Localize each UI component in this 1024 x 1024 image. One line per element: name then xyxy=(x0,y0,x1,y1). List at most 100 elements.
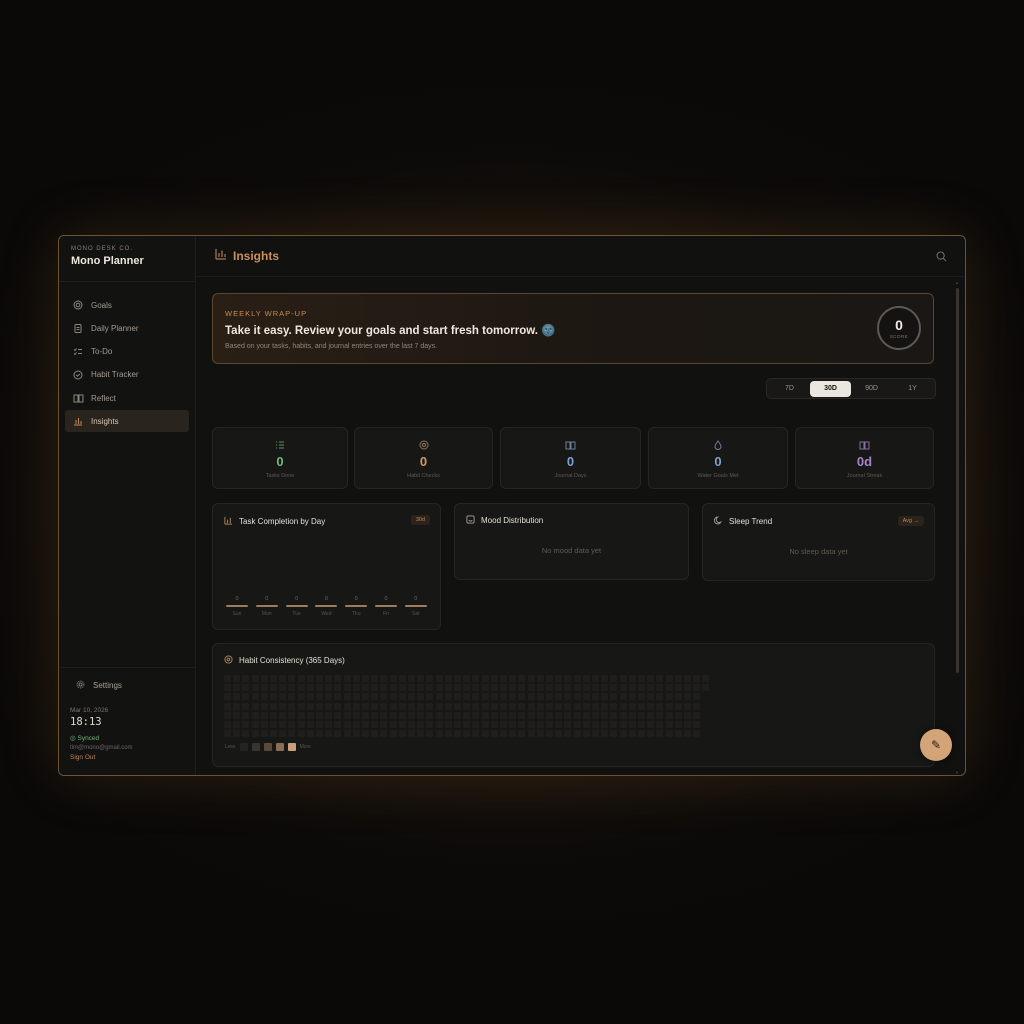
bar-category-label: Fri xyxy=(383,611,389,617)
heatmap-cell xyxy=(251,702,259,710)
heatmap-cell xyxy=(564,711,572,719)
heatmap-cell xyxy=(297,675,305,682)
heatmap-cell xyxy=(389,711,397,719)
stat-card-journal-days: 0 Journal Days xyxy=(500,427,641,489)
range-1y[interactable]: 1Y xyxy=(892,381,933,397)
heatmap-cell xyxy=(628,711,636,719)
heatmap-cell xyxy=(435,675,443,682)
sidebar-item-goals[interactable]: Goals xyxy=(65,294,189,316)
heatmap-cell xyxy=(408,721,415,728)
sidebar-item-todo[interactable]: To-Do xyxy=(65,341,189,363)
heatmap-cell xyxy=(481,721,489,728)
heatmap-cell xyxy=(279,702,287,710)
heatmap-cell xyxy=(490,693,498,701)
sidebar-item-insights[interactable]: Insights xyxy=(65,410,189,433)
bar-column: 0 Sat xyxy=(404,596,428,617)
heatmap-cell xyxy=(435,684,443,692)
bar xyxy=(315,605,338,607)
pen-icon: ✎ xyxy=(930,738,942,752)
heatmap-cell xyxy=(279,730,287,738)
sidebar-item-label: Daily Planner xyxy=(91,323,139,333)
heatmap-cell xyxy=(316,711,323,719)
heatmap-cell xyxy=(509,684,517,692)
heatmap-cell xyxy=(518,721,526,728)
heatmap-cell xyxy=(555,684,563,692)
heatmap-cell xyxy=(481,684,489,692)
heatmap-cell xyxy=(417,684,425,692)
heatmap-cell xyxy=(463,675,471,682)
heatmap-cell xyxy=(371,693,379,701)
heatmap-cell xyxy=(601,721,609,728)
sidebar-item-habit-tracker[interactable]: Habit Tracker xyxy=(65,364,189,386)
heatmap-cell xyxy=(463,721,471,728)
heatmap-cell xyxy=(444,730,452,738)
book-icon xyxy=(859,437,870,450)
heatmap-cell xyxy=(592,730,599,738)
heatmap-cell xyxy=(536,711,544,719)
range-30d[interactable]: 30D xyxy=(810,380,851,397)
heatmap-cell xyxy=(573,693,581,701)
scroll-up-icon[interactable]: ▲ xyxy=(955,280,960,285)
heatmap-cell xyxy=(343,721,351,728)
quick-journal-button[interactable]: ✎ xyxy=(920,729,952,761)
heatmap-cell xyxy=(288,702,296,710)
scrollbar[interactable] xyxy=(956,288,959,673)
heatmap-cell xyxy=(518,693,526,701)
card-title: Habit Consistency (365 Days) xyxy=(239,656,345,665)
heatmap-cell xyxy=(408,684,415,692)
heatmap-cell xyxy=(426,730,434,738)
range-7d[interactable]: 7D xyxy=(769,381,810,397)
heatmap-cell xyxy=(472,730,480,738)
search-icon[interactable] xyxy=(936,249,947,267)
heatmap-cell xyxy=(573,684,581,692)
heatmap-cell xyxy=(380,721,388,728)
bar xyxy=(345,605,368,607)
heatmap-cell xyxy=(536,675,544,682)
sidebar-item-daily-planner[interactable]: Daily Planner xyxy=(65,317,189,339)
sign-out-link[interactable]: Sign Out xyxy=(70,754,184,761)
heatmap-cell xyxy=(527,702,535,710)
moon-emoji: 🌚 xyxy=(541,325,556,337)
heatmap-cell xyxy=(417,702,425,710)
heatmap-cell xyxy=(352,693,360,701)
heatmap-legend: Less More xyxy=(225,743,311,751)
heatmap-cell xyxy=(582,711,590,719)
heatmap-cell xyxy=(316,693,323,701)
heatmap-cell xyxy=(316,730,323,738)
sidebar-item-reflect[interactable]: Reflect xyxy=(65,387,189,409)
heatmap-cell xyxy=(325,721,333,728)
heatmap-cell xyxy=(224,711,231,719)
heatmap-cell xyxy=(592,721,599,728)
heatmap-cell xyxy=(224,730,231,738)
heatmap-cell xyxy=(684,684,691,692)
heatmap-cell xyxy=(601,702,609,710)
heatmap-cell xyxy=(444,711,452,719)
heatmap-cell xyxy=(251,684,259,692)
heatmap-cell xyxy=(371,711,379,719)
heatmap-cell xyxy=(371,684,379,692)
heatmap-cell xyxy=(260,721,268,728)
heatmap-cell xyxy=(481,730,489,738)
heatmap-cell xyxy=(417,721,425,728)
heatmap-cell xyxy=(509,675,517,682)
habit-consistency-card: Habit Consistency (365 Days) Less More xyxy=(212,643,935,767)
heatmap-cell xyxy=(500,711,507,719)
heatmap-cell xyxy=(306,702,314,710)
bar-column: 0 Fri xyxy=(374,596,398,617)
heatmap-cell xyxy=(352,684,360,692)
heatmap-cell xyxy=(693,721,701,728)
settings-button[interactable]: Settings xyxy=(70,680,184,691)
heatmap-cell xyxy=(674,702,682,710)
heatmap-cell xyxy=(297,684,305,692)
bar-column: 0 Wed xyxy=(314,596,338,617)
heatmap-cell xyxy=(362,693,369,701)
heatmap-cell xyxy=(546,711,553,719)
heatmap-cell xyxy=(518,702,526,710)
range-90d[interactable]: 90D xyxy=(851,381,892,397)
scroll-down-icon[interactable]: ▼ xyxy=(955,770,960,775)
heatmap-cell xyxy=(380,730,388,738)
heatmap-cell xyxy=(490,721,498,728)
avg-badge[interactable]: Avg → xyxy=(897,516,924,526)
heatmap-cell xyxy=(564,702,572,710)
sidebar-item-label: Habit Tracker xyxy=(91,370,139,380)
